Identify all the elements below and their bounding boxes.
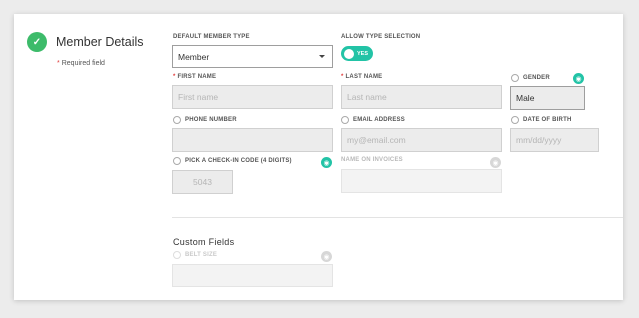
email-label-text: EMAIL ADDRESS bbox=[353, 117, 405, 123]
invoice-name-label: NAME ON INVOICES bbox=[341, 157, 403, 163]
first-name-label-text: FIRST NAME bbox=[177, 74, 217, 80]
gender-select[interactable]: Male bbox=[510, 86, 585, 110]
invoice-name-input[interactable] bbox=[341, 169, 502, 193]
dob-label: DATE OF BIRTH bbox=[511, 116, 572, 124]
last-name-placeholder: Last name bbox=[347, 92, 387, 102]
gender-radio[interactable] bbox=[511, 74, 519, 82]
dob-label-text: DATE OF BIRTH bbox=[523, 117, 572, 123]
belt-size-label-text: BELT SIZE bbox=[185, 252, 218, 258]
gender-value: Male bbox=[516, 93, 535, 103]
member-type-label-text: DEFAULT MEMBER TYPE bbox=[173, 34, 250, 40]
required-star: * bbox=[341, 74, 344, 80]
last-name-label: * LAST NAME bbox=[341, 74, 382, 80]
required-note: * Required field bbox=[57, 60, 105, 67]
dob-radio[interactable] bbox=[511, 116, 519, 124]
checkin-label: PICK A CHECK-IN CODE (4 DIGITS) bbox=[173, 157, 292, 165]
email-placeholder: my@email.com bbox=[347, 135, 406, 145]
required-note-text: Required field bbox=[61, 60, 105, 67]
required-star: * bbox=[57, 60, 60, 67]
phone-label-text: PHONE NUMBER bbox=[185, 117, 237, 123]
chevron-down-icon bbox=[319, 55, 325, 58]
eye-icon[interactable]: ◉ bbox=[321, 157, 332, 168]
allow-type-label-text: ALLOW TYPE SELECTION bbox=[341, 34, 421, 40]
last-name-input[interactable]: Last name bbox=[341, 85, 502, 109]
email-radio[interactable] bbox=[341, 116, 349, 124]
invoice-name-label-text: NAME ON INVOICES bbox=[341, 157, 403, 163]
checkin-label-text: PICK A CHECK-IN CODE (4 DIGITS) bbox=[185, 158, 292, 164]
eye-icon[interactable]: ◉ bbox=[490, 157, 501, 168]
toggle-text: YES bbox=[357, 50, 369, 57]
gender-label-text: GENDER bbox=[523, 75, 550, 81]
eye-icon[interactable]: ◉ bbox=[573, 73, 584, 84]
check-icon: ✓ bbox=[27, 32, 47, 52]
dob-input[interactable]: mm/dd/yyyy bbox=[510, 128, 599, 152]
last-name-label-text: LAST NAME bbox=[345, 74, 383, 80]
phone-input[interactable] bbox=[172, 128, 333, 152]
first-name-placeholder: First name bbox=[178, 92, 219, 102]
gender-label: GENDER bbox=[511, 74, 550, 82]
dob-placeholder: mm/dd/yyyy bbox=[516, 135, 562, 145]
member-type-label: DEFAULT MEMBER TYPE bbox=[173, 34, 250, 40]
checkin-radio[interactable] bbox=[173, 157, 181, 165]
belt-size-radio[interactable] bbox=[173, 251, 181, 259]
checkin-code-value: 5043 bbox=[193, 177, 212, 187]
section-divider bbox=[172, 217, 623, 218]
section-title: Member Details bbox=[56, 35, 144, 49]
checkin-code-input[interactable]: 5043 bbox=[172, 170, 233, 194]
belt-size-input[interactable] bbox=[172, 264, 333, 287]
member-details-card: ✓ Member Details * Required field DEFAULT… bbox=[14, 14, 623, 300]
required-star: * bbox=[173, 74, 176, 80]
eye-icon[interactable]: ◉ bbox=[321, 251, 332, 262]
phone-label: PHONE NUMBER bbox=[173, 116, 237, 124]
belt-size-label: BELT SIZE bbox=[173, 251, 217, 259]
first-name-input[interactable]: First name bbox=[172, 85, 333, 109]
phone-radio[interactable] bbox=[173, 116, 181, 124]
custom-fields-title: Custom Fields bbox=[173, 237, 235, 247]
toggle-knob bbox=[344, 48, 354, 59]
member-type-select[interactable]: Member bbox=[172, 45, 333, 68]
member-type-value: Member bbox=[178, 51, 210, 62]
first-name-label: * FIRST NAME bbox=[173, 74, 216, 80]
email-label: EMAIL ADDRESS bbox=[341, 116, 405, 124]
email-input[interactable]: my@email.com bbox=[341, 128, 502, 152]
allow-type-label: ALLOW TYPE SELECTION bbox=[341, 34, 420, 40]
allow-type-toggle[interactable]: YES bbox=[341, 46, 373, 61]
